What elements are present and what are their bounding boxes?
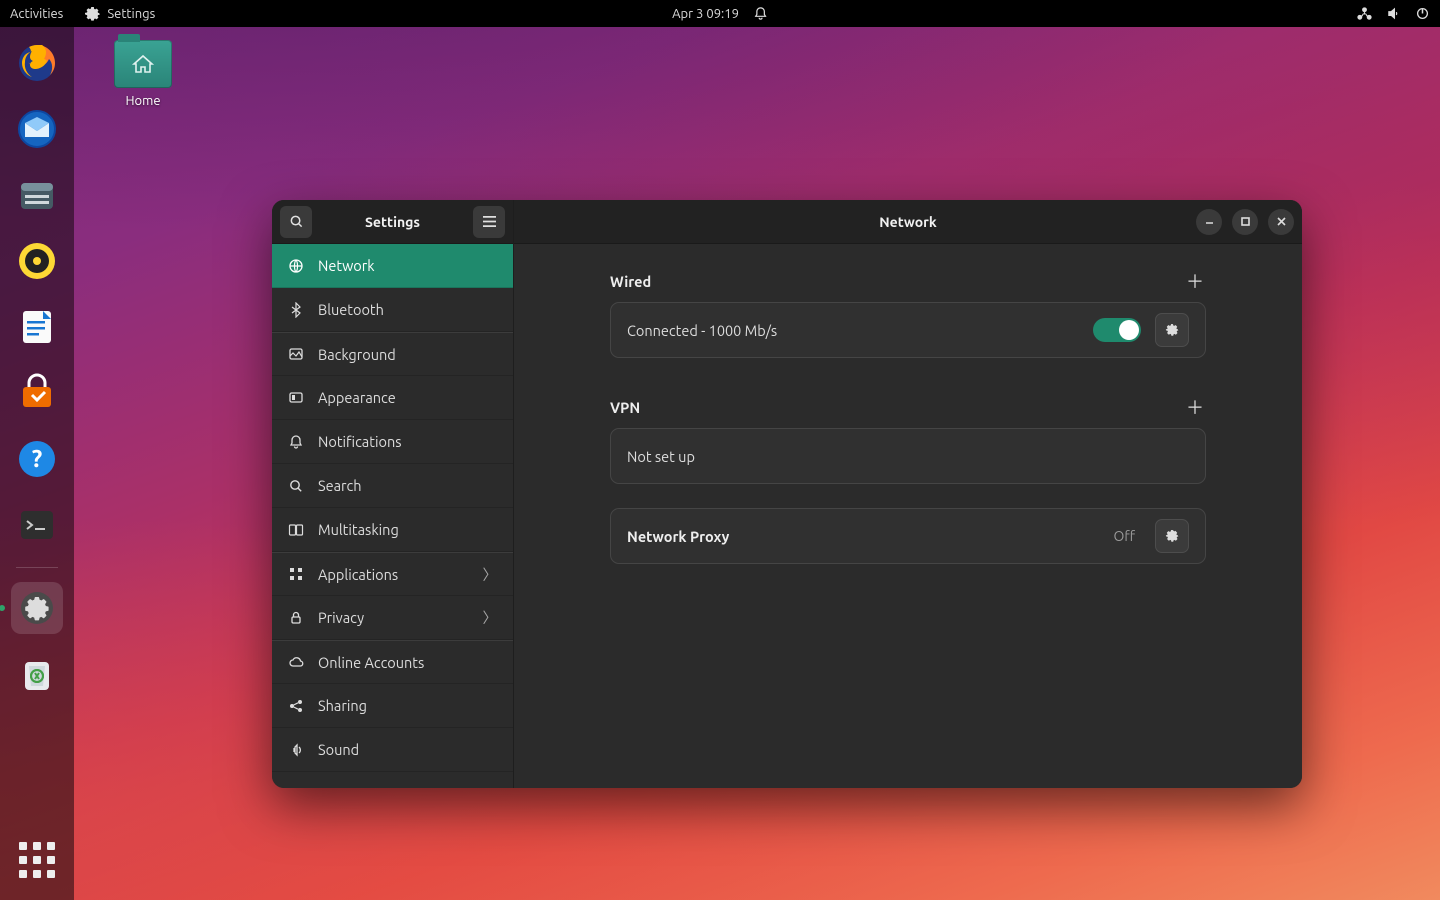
vpn-row: Not set up bbox=[610, 428, 1206, 484]
gear-icon bbox=[1164, 322, 1180, 338]
hamburger-menu-button[interactable] bbox=[473, 206, 505, 238]
chevron-right-icon: 〉 bbox=[483, 564, 498, 585]
sidebar-label: Sharing bbox=[318, 697, 367, 714]
wired-connection-row: Connected - 1000 Mb/s bbox=[610, 302, 1206, 358]
grid-icon bbox=[288, 566, 304, 582]
search-button[interactable] bbox=[280, 206, 312, 238]
search-icon bbox=[289, 214, 304, 229]
background-icon bbox=[288, 346, 304, 362]
wired-status-text: Connected - 1000 Mb/s bbox=[627, 322, 1079, 339]
content-title: Network bbox=[879, 214, 937, 230]
dock-libreoffice-writer[interactable] bbox=[11, 301, 63, 353]
settings-sidebar: Settings Network Bluetooth Background Ap… bbox=[272, 200, 514, 788]
search-icon bbox=[288, 478, 304, 494]
window-maximize-button[interactable] bbox=[1232, 209, 1258, 235]
sidebar-label: Bluetooth bbox=[318, 301, 384, 318]
sidebar-label: Applications bbox=[318, 566, 398, 583]
hamburger-icon bbox=[482, 215, 497, 228]
appearance-icon bbox=[288, 390, 304, 406]
sidebar-label: Multitasking bbox=[318, 521, 399, 538]
sidebar-item-network[interactable]: Network bbox=[272, 244, 513, 288]
wired-toggle[interactable] bbox=[1093, 318, 1141, 342]
globe-icon bbox=[288, 258, 304, 274]
home-icon bbox=[131, 54, 155, 74]
sidebar-item-background[interactable]: Background bbox=[272, 332, 513, 376]
sidebar-item-sound[interactable]: Sound bbox=[272, 728, 513, 772]
sidebar-item-search[interactable]: Search bbox=[272, 464, 513, 508]
sidebar-label: Network bbox=[318, 257, 375, 274]
dock-firefox[interactable] bbox=[11, 37, 63, 89]
network-proxy-row: Network Proxy Off bbox=[610, 508, 1206, 564]
sidebar-item-multitasking[interactable]: Multitasking bbox=[272, 508, 513, 552]
share-icon bbox=[288, 698, 304, 714]
chevron-right-icon: 〉 bbox=[483, 607, 498, 628]
settings-icon bbox=[85, 6, 101, 22]
sidebar-item-notifications[interactable]: Notifications bbox=[272, 420, 513, 464]
bell-icon bbox=[288, 434, 304, 450]
sidebar-label: Sound bbox=[318, 741, 359, 758]
cloud-icon bbox=[288, 654, 304, 670]
proxy-status-text: Off bbox=[1113, 528, 1135, 544]
desktop-home-label: Home bbox=[104, 94, 182, 108]
sidebar-item-bluetooth[interactable]: Bluetooth bbox=[272, 288, 513, 332]
sidebar-label: Notifications bbox=[318, 433, 402, 450]
lock-icon bbox=[288, 610, 304, 626]
dock-software[interactable] bbox=[11, 367, 63, 419]
settings-window: Settings Network Bluetooth Background Ap… bbox=[272, 200, 1302, 788]
sidebar-label: Privacy bbox=[318, 609, 364, 626]
dock-terminal[interactable] bbox=[11, 499, 63, 551]
settings-content: Network Wired ＋ Connected - 1000 Mb/s bbox=[514, 200, 1302, 788]
wired-settings-button[interactable] bbox=[1155, 313, 1189, 347]
network-status-icon[interactable] bbox=[1357, 6, 1372, 21]
dock-settings[interactable] bbox=[11, 582, 63, 634]
sidebar-item-privacy[interactable]: Privacy 〉 bbox=[272, 596, 513, 640]
vpn-status-text: Not set up bbox=[627, 448, 1189, 465]
add-vpn-button[interactable]: ＋ bbox=[1184, 396, 1206, 418]
add-wired-button[interactable]: ＋ bbox=[1184, 270, 1206, 292]
notification-bell-icon[interactable] bbox=[753, 6, 768, 21]
dock: ? bbox=[0, 27, 74, 900]
sidebar-label: Background bbox=[318, 346, 396, 363]
bluetooth-icon bbox=[288, 302, 304, 318]
sidebar-title: Settings bbox=[320, 214, 465, 230]
dock-trash[interactable] bbox=[11, 648, 63, 700]
sidebar-item-sharing[interactable]: Sharing bbox=[272, 684, 513, 728]
sidebar-label: Search bbox=[318, 477, 362, 494]
wired-section-heading: Wired bbox=[610, 273, 651, 290]
dock-files[interactable] bbox=[11, 169, 63, 221]
vpn-section-heading: VPN bbox=[610, 399, 640, 416]
sidebar-label: Online Accounts bbox=[318, 654, 424, 671]
power-icon[interactable] bbox=[1415, 6, 1430, 21]
sidebar-label: Appearance bbox=[318, 389, 396, 406]
sidebar-item-appearance[interactable]: Appearance bbox=[272, 376, 513, 420]
sidebar-item-online-accounts[interactable]: Online Accounts bbox=[272, 640, 513, 684]
dock-help[interactable]: ? bbox=[11, 433, 63, 485]
gear-icon bbox=[1164, 528, 1180, 544]
svg-text:?: ? bbox=[32, 445, 43, 472]
proxy-settings-button[interactable] bbox=[1155, 519, 1189, 553]
current-app-menu[interactable]: Settings bbox=[85, 6, 155, 22]
top-bar: Activities Settings Apr 3 09:19 bbox=[0, 0, 1440, 27]
window-minimize-button[interactable] bbox=[1196, 209, 1222, 235]
desktop-home-folder[interactable]: Home bbox=[104, 40, 182, 108]
activities-button[interactable]: Activities bbox=[10, 7, 63, 21]
clock[interactable]: Apr 3 09:19 bbox=[672, 7, 739, 21]
sound-icon bbox=[288, 742, 304, 758]
sidebar-item-applications[interactable]: Applications 〉 bbox=[272, 552, 513, 596]
show-applications-button[interactable] bbox=[11, 834, 63, 886]
volume-icon[interactable] bbox=[1386, 6, 1401, 21]
window-close-button[interactable] bbox=[1268, 209, 1294, 235]
multitasking-icon bbox=[288, 522, 304, 538]
dock-thunderbird[interactable] bbox=[11, 103, 63, 155]
dock-rhythmbox[interactable] bbox=[11, 235, 63, 287]
proxy-heading: Network Proxy bbox=[627, 528, 1099, 545]
